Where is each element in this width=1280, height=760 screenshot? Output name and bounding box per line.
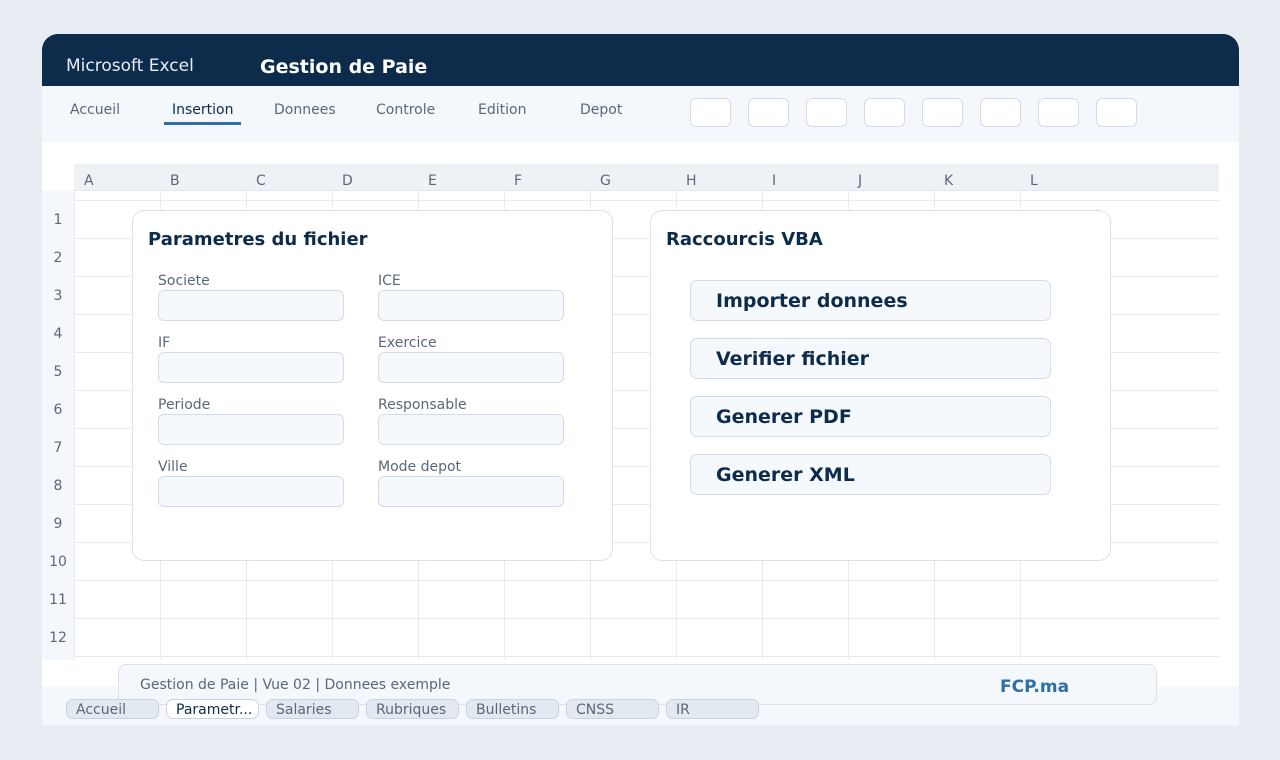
if-field[interactable] bbox=[158, 352, 344, 383]
sheet-tab-ir[interactable]: IR bbox=[666, 699, 759, 719]
field-label-if: IF bbox=[158, 335, 171, 351]
field-label-mode-depot: Mode depot bbox=[378, 459, 462, 475]
tab-accueil[interactable]: Accueil bbox=[62, 100, 128, 122]
row-header[interactable]: 7 bbox=[42, 440, 74, 456]
verify-file-button[interactable]: Verifier fichier bbox=[690, 338, 1051, 379]
status-text: Gestion de Paie | Vue 02 | Donnees exemp… bbox=[140, 677, 451, 693]
vba-card-title: Raccourcis VBA bbox=[666, 229, 823, 250]
responsable-field[interactable] bbox=[378, 414, 564, 445]
ribbon: Accueil Insertion Donnees Controle Editi… bbox=[42, 86, 1239, 142]
ribbon-button[interactable] bbox=[806, 98, 847, 127]
exercice-field[interactable] bbox=[378, 352, 564, 383]
ribbon-button[interactable] bbox=[864, 98, 905, 127]
field-label-ice: ICE bbox=[378, 273, 401, 289]
sheet-tab-bulletins[interactable]: Bulletins bbox=[466, 699, 559, 719]
column-header[interactable]: L bbox=[1030, 173, 1038, 189]
column-header[interactable]: A bbox=[84, 173, 94, 189]
ribbon-button[interactable] bbox=[1038, 98, 1079, 127]
row-header[interactable]: 3 bbox=[42, 288, 74, 304]
sheet-tab-accueil[interactable]: Accueil bbox=[66, 699, 159, 719]
row-header[interactable]: 1 bbox=[42, 212, 74, 228]
row-header[interactable]: 2 bbox=[42, 250, 74, 266]
field-label-responsable: Responsable bbox=[378, 397, 467, 413]
brand-link[interactable]: FCP.ma bbox=[1000, 677, 1069, 697]
ribbon-button[interactable] bbox=[922, 98, 963, 127]
tab-controle[interactable]: Controle bbox=[368, 100, 443, 122]
worksheet-grid[interactable]: A B C D E F G H I J K L 1 2 3 4 5 6 7 8 … bbox=[42, 142, 1239, 686]
tab-depot[interactable]: Depot bbox=[572, 100, 630, 122]
ribbon-button[interactable] bbox=[1096, 98, 1137, 127]
column-header[interactable]: E bbox=[428, 173, 437, 189]
excel-window: Microsoft Excel Gestion de Paie Accueil … bbox=[42, 34, 1239, 725]
row-header[interactable]: 9 bbox=[42, 516, 74, 532]
field-label-ville: Ville bbox=[158, 459, 188, 475]
params-card-title: Parametres du fichier bbox=[148, 229, 368, 250]
ville-field[interactable] bbox=[158, 476, 344, 507]
ribbon-button[interactable] bbox=[748, 98, 789, 127]
row-header[interactable]: 11 bbox=[42, 592, 74, 608]
app-name: Microsoft Excel bbox=[66, 56, 194, 76]
sheet-tab-cnss[interactable]: CNSS bbox=[566, 699, 659, 719]
import-data-button[interactable]: Importer donnees bbox=[690, 280, 1051, 321]
column-header[interactable]: G bbox=[600, 173, 611, 189]
field-label-exercice: Exercice bbox=[378, 335, 437, 351]
row-header[interactable]: 8 bbox=[42, 478, 74, 494]
mode-depot-field[interactable] bbox=[378, 476, 564, 507]
column-header[interactable]: J bbox=[858, 173, 862, 189]
params-card: Parametres du fichier Societe ICE IF Exe… bbox=[132, 210, 613, 561]
periode-field[interactable] bbox=[158, 414, 344, 445]
column-header[interactable]: F bbox=[514, 173, 522, 189]
tab-donnees[interactable]: Donnees bbox=[266, 100, 344, 122]
tab-insertion[interactable]: Insertion bbox=[164, 100, 242, 125]
column-header[interactable]: C bbox=[256, 173, 266, 189]
field-label-societe: Societe bbox=[158, 273, 210, 289]
generate-pdf-button[interactable]: Generer PDF bbox=[690, 396, 1051, 437]
title-bar: Microsoft Excel Gestion de Paie bbox=[42, 34, 1239, 86]
sheet-tab-parametres[interactable]: Parametr... bbox=[166, 699, 259, 719]
row-header[interactable]: 12 bbox=[42, 630, 74, 646]
document-title: Gestion de Paie bbox=[260, 56, 428, 78]
column-header[interactable]: H bbox=[686, 173, 697, 189]
generate-xml-button[interactable]: Generer XML bbox=[690, 454, 1051, 495]
vba-card: Raccourcis VBA Importer donnees Verifier… bbox=[650, 210, 1111, 561]
societe-field[interactable] bbox=[158, 290, 344, 321]
row-header[interactable]: 5 bbox=[42, 364, 74, 380]
ice-field[interactable] bbox=[378, 290, 564, 321]
row-header[interactable]: 10 bbox=[42, 554, 74, 570]
column-header-bar: A B C D E F G H I J K L bbox=[74, 164, 1219, 191]
row-header[interactable]: 4 bbox=[42, 326, 74, 342]
grid-line bbox=[74, 190, 75, 660]
ribbon-button[interactable] bbox=[980, 98, 1021, 127]
ribbon-button[interactable] bbox=[690, 98, 731, 127]
column-header[interactable]: D bbox=[342, 173, 353, 189]
column-header[interactable]: I bbox=[772, 173, 776, 189]
column-header[interactable]: K bbox=[944, 173, 953, 189]
tab-edition[interactable]: Edition bbox=[470, 100, 534, 122]
sheet-tab-salaries[interactable]: Salaries bbox=[266, 699, 359, 719]
column-header[interactable]: B bbox=[170, 173, 180, 189]
field-label-periode: Periode bbox=[158, 397, 211, 413]
sheet-tab-rubriques[interactable]: Rubriques bbox=[366, 699, 459, 719]
row-header[interactable]: 6 bbox=[42, 402, 74, 418]
